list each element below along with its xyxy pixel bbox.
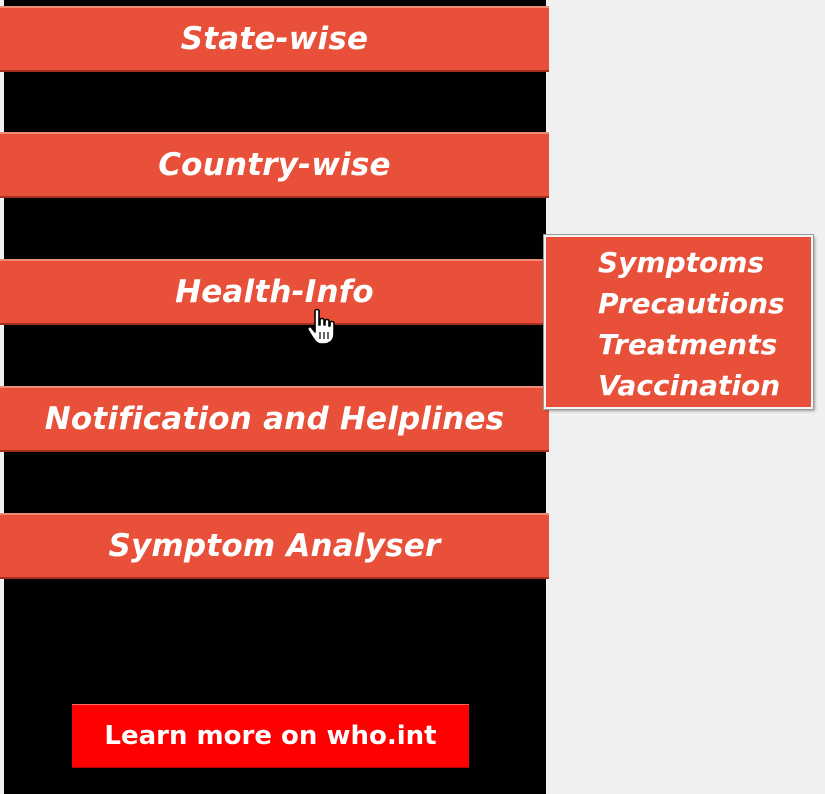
country-wise-button[interactable]: Country-wise bbox=[0, 132, 549, 198]
popup-item-treatments[interactable]: Treatments bbox=[598, 325, 777, 365]
health-info-button[interactable]: Health-Info bbox=[0, 259, 549, 325]
popup-item-precautions[interactable]: Precautions bbox=[598, 284, 785, 324]
state-wise-label: State-wise bbox=[180, 21, 369, 57]
popup-item-symptoms[interactable]: Symptoms bbox=[598, 243, 764, 283]
health-info-popup-menu: Symptoms Precautions Treatments Vaccinat… bbox=[543, 234, 814, 410]
country-wise-label: Country-wise bbox=[158, 147, 391, 183]
symptom-analyser-label: Symptom Analyser bbox=[108, 528, 441, 564]
hand-pointer-icon bbox=[306, 308, 335, 345]
notification-helplines-button[interactable]: Notification and Helplines bbox=[0, 386, 549, 452]
popup-item-vaccination[interactable]: Vaccination bbox=[598, 366, 780, 406]
state-wise-button[interactable]: State-wise bbox=[0, 6, 549, 72]
health-info-label: Health-Info bbox=[175, 274, 374, 310]
learn-more-label: Learn more on who.int bbox=[104, 721, 437, 751]
symptom-analyser-button[interactable]: Symptom Analyser bbox=[0, 513, 549, 579]
learn-more-who-button[interactable]: Learn more on who.int bbox=[72, 704, 469, 768]
notification-helplines-label: Notification and Helplines bbox=[44, 401, 505, 437]
